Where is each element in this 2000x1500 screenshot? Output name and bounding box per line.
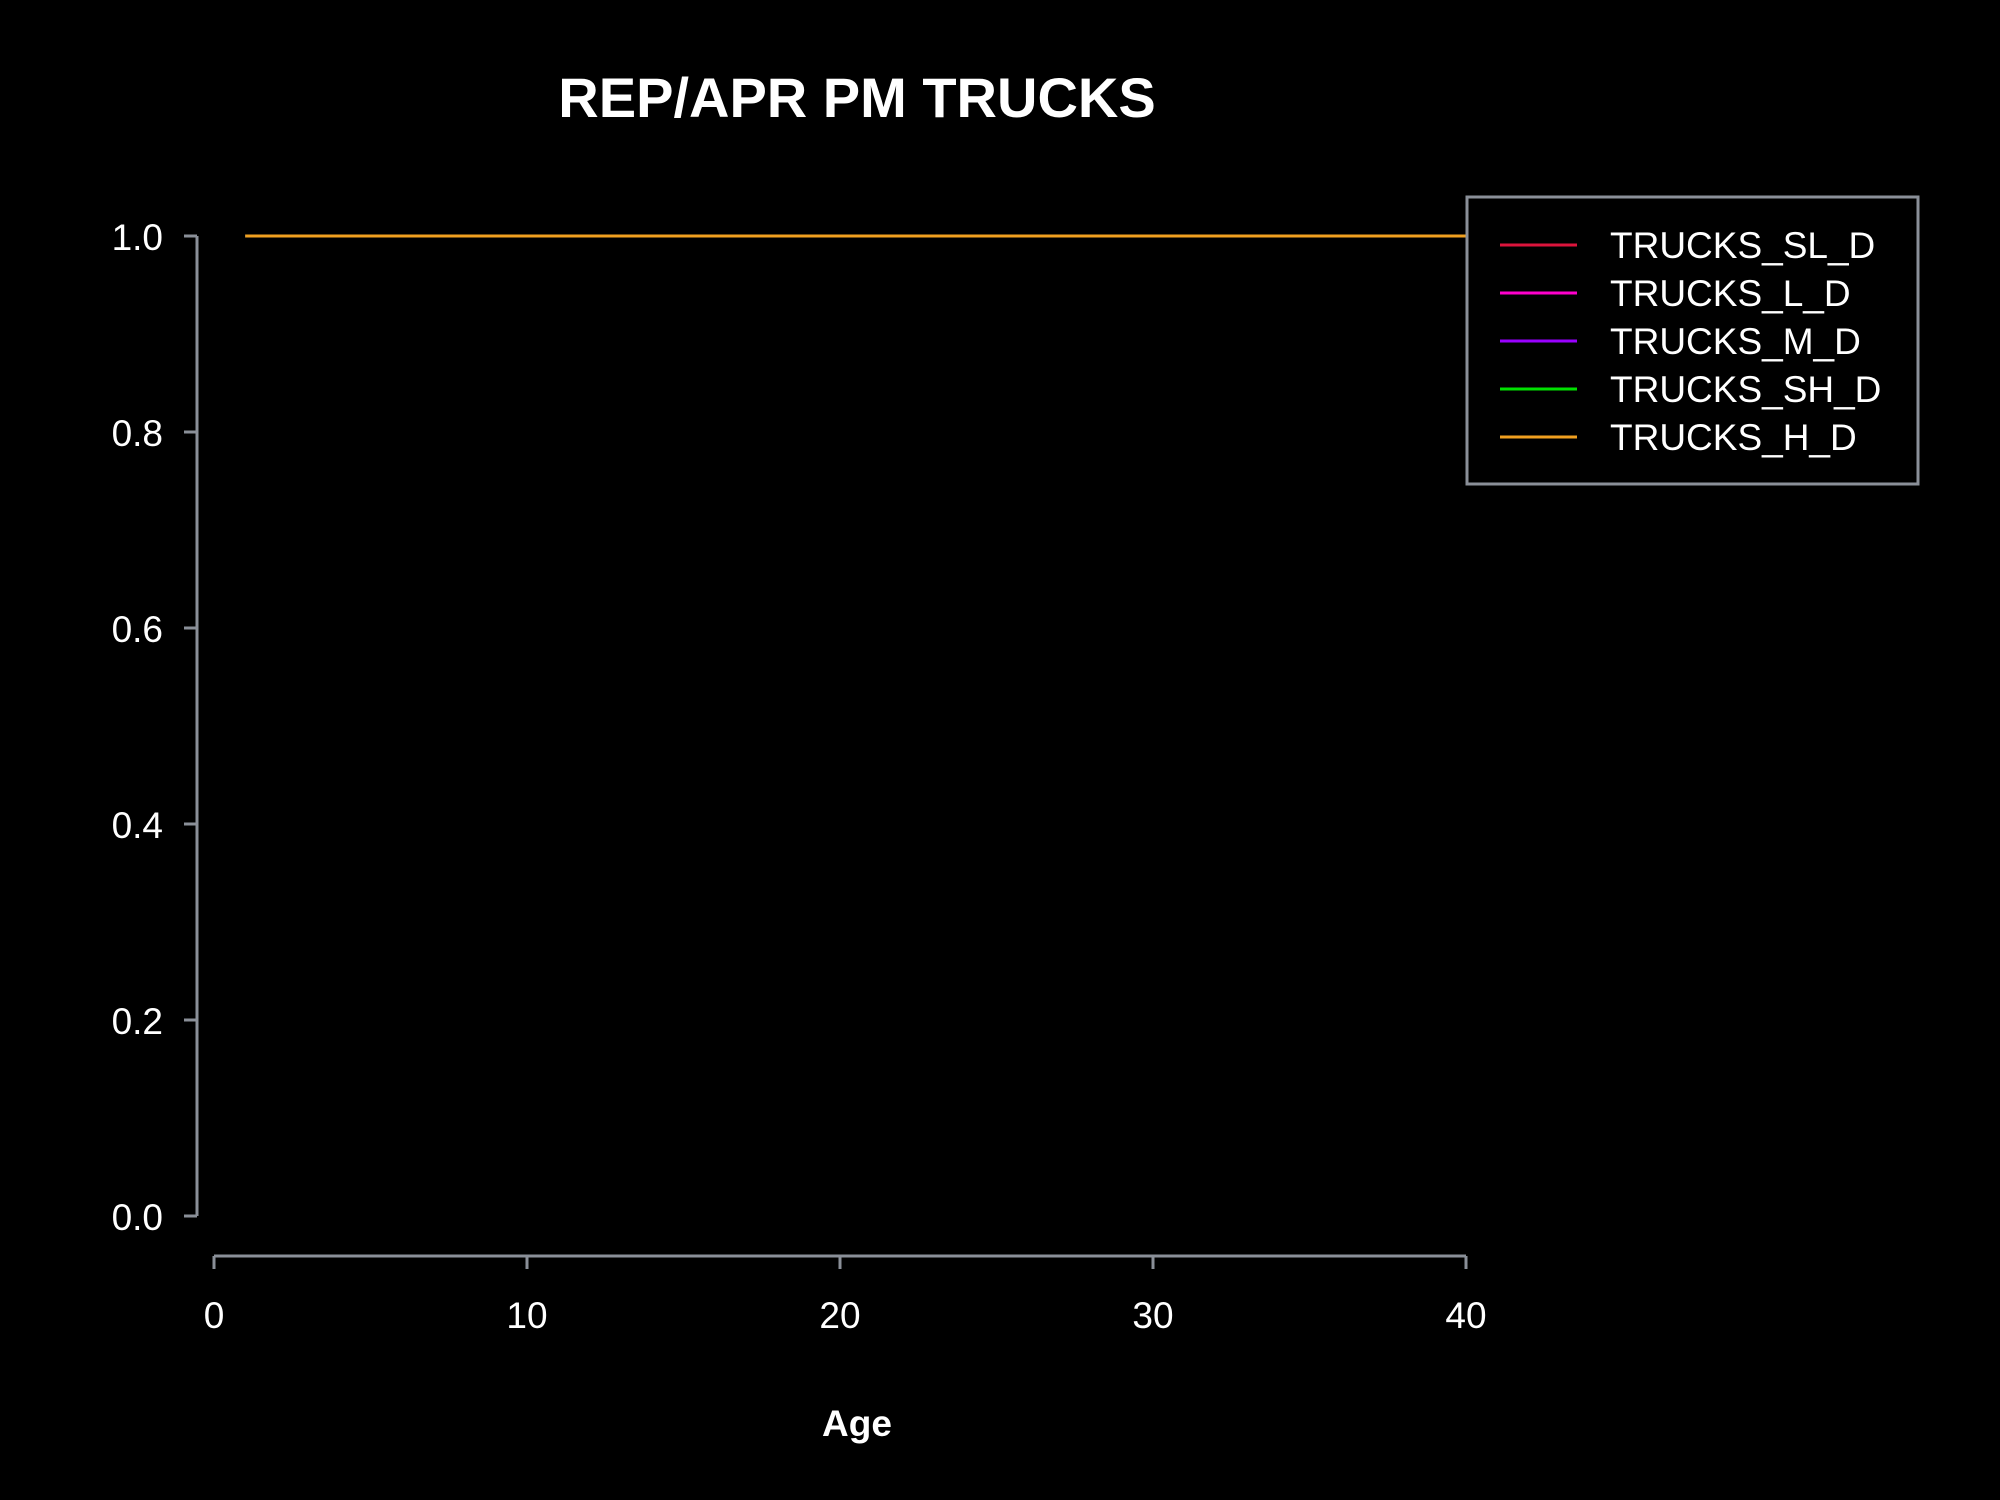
chart-title: REP/APR PM TRUCKS <box>558 66 1155 129</box>
line-chart: REP/APR PM TRUCKS 0.0 0.2 0.4 0.6 0.8 1.0 0 10… <box>112 66 1920 1444</box>
x-tick-label: 10 <box>506 1295 547 1336</box>
y-tick-label: 0.4 <box>112 805 163 846</box>
y-axis: 0.0 0.2 0.4 0.6 0.8 1.0 <box>112 217 199 1238</box>
x-tick-label: 20 <box>819 1295 860 1336</box>
x-axis-title: Age <box>822 1403 892 1444</box>
y-tick-label: 0.8 <box>112 413 163 454</box>
y-tick-label: 1.0 <box>112 217 163 258</box>
x-tick-label: 30 <box>1132 1295 1173 1336</box>
legend-label: TRUCKS_L_D <box>1610 273 1851 314</box>
y-tick-label: 0.0 <box>112 1197 163 1238</box>
legend-label: TRUCKS_H_D <box>1610 417 1857 458</box>
legend-label: TRUCKS_SH_D <box>1610 369 1881 410</box>
legend-label: TRUCKS_SL_D <box>1610 225 1875 266</box>
legend-label: TRUCKS_M_D <box>1610 321 1861 362</box>
x-axis: 0 10 20 30 40 <box>204 1254 1487 1336</box>
x-tick-label: 0 <box>204 1295 225 1336</box>
y-tick-label: 0.6 <box>112 609 163 650</box>
x-tick-label: 40 <box>1445 1295 1486 1336</box>
y-tick-label: 0.2 <box>112 1001 163 1042</box>
legend: TRUCKS_SL_D TRUCKS_L_D TRUCKS_M_D TRUCKS_SH… <box>1465 195 1920 486</box>
